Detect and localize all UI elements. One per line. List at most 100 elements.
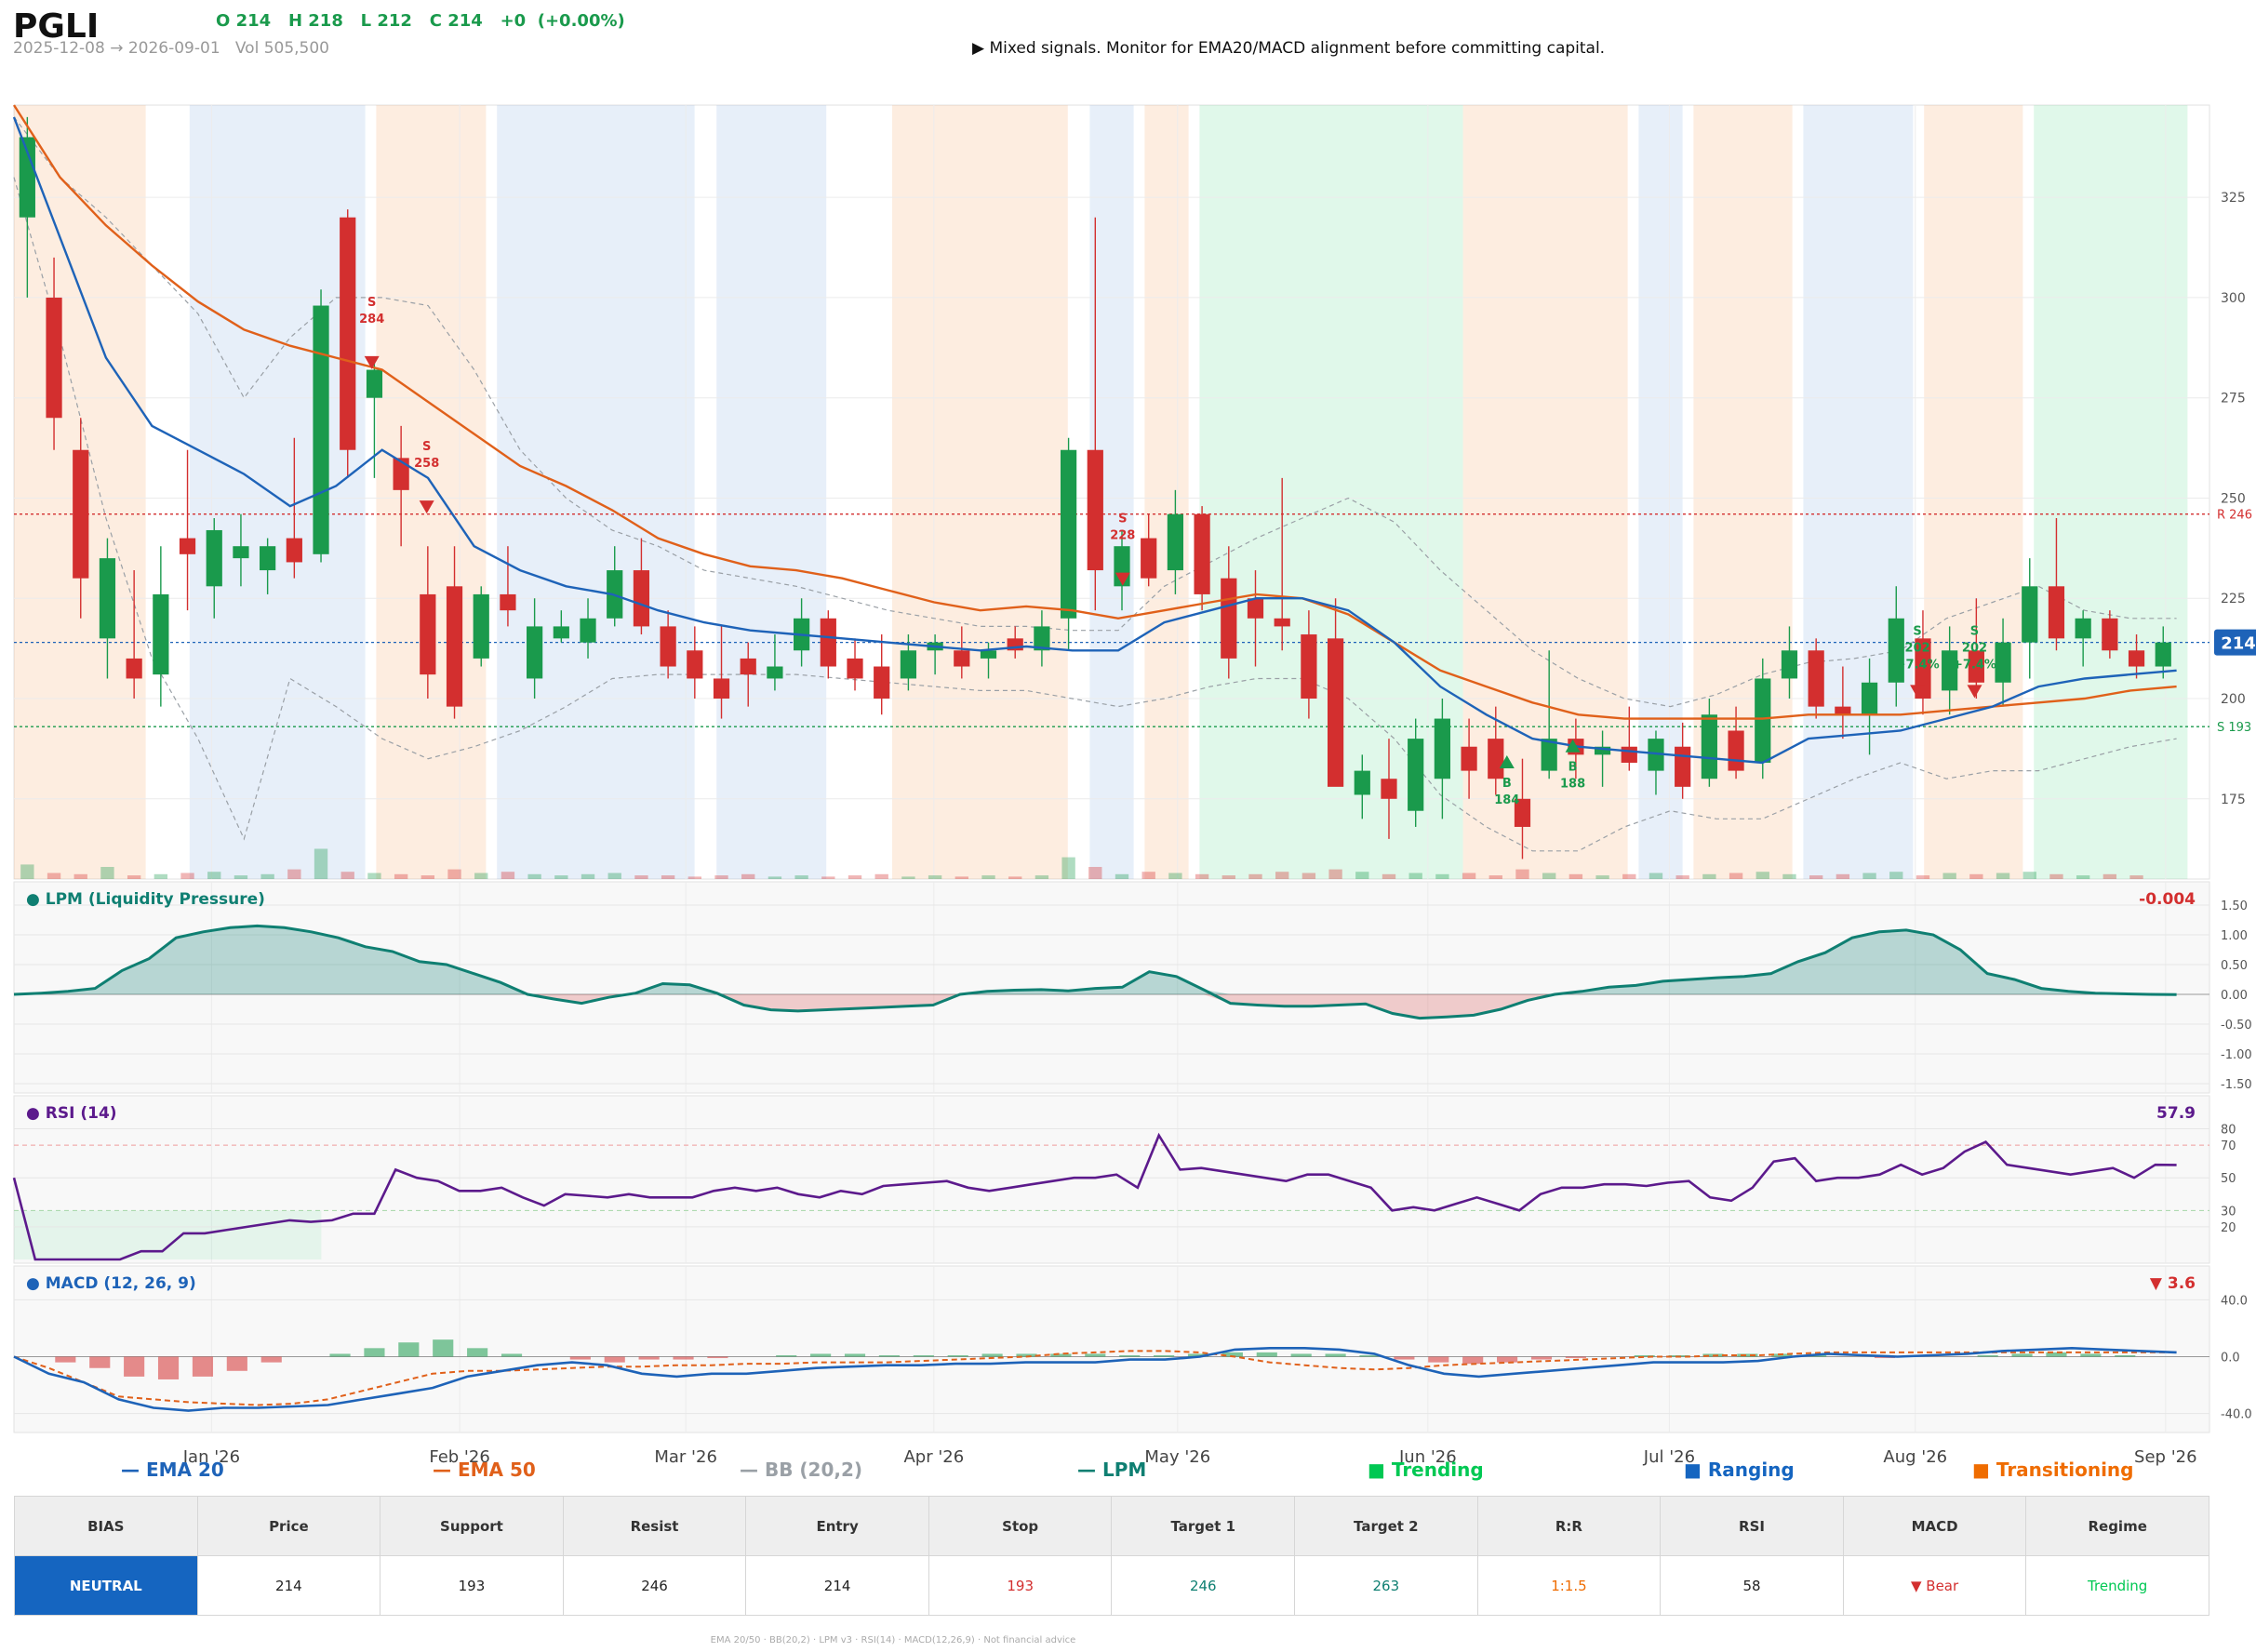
macd-histogram-bar [329,1353,351,1357]
macd-histogram-bar [2115,1354,2136,1357]
regime-band [1144,105,1189,879]
macd-histogram-bar [157,1356,180,1379]
volume-bar [501,872,515,879]
candle-body [900,650,917,679]
rsi-tick-label: 80 [2221,1124,2236,1138]
candle-body [340,217,356,450]
candle-body [740,658,756,675]
volume-bar [1195,873,1209,879]
volume-bar [1942,873,1956,879]
bias-value: NEUTRAL [14,1555,198,1616]
regime-band [189,105,366,879]
volume-bar [661,875,675,879]
macd-panel-title: ● MACD (12, 26, 9) [26,1274,196,1293]
regime-band [2034,105,2188,879]
candle-body [233,546,249,559]
candle-body [179,538,196,554]
legend-ranging-label: Ranging [1707,1459,1795,1481]
col-regime: Regime [2025,1496,2209,1556]
candle-body [1621,746,1637,763]
macd-histogram-bar [260,1356,282,1363]
price-value: 214 [196,1555,381,1616]
volume-bar [2102,873,2117,879]
level-label: R 246 [2217,509,2252,523]
sell-label: S [367,296,376,310]
candle-body [1301,634,1317,699]
rsi-value: 58 [1660,1555,1844,1616]
volume-bar [73,873,87,879]
volume-bar [127,875,141,879]
macd-histogram-bar [398,1342,420,1357]
date-tick-label: May '26 [1144,1447,1210,1467]
rsi-tick-label: 70 [2221,1139,2236,1153]
macd-histogram-bar [501,1353,523,1357]
candle-body [1194,513,1210,594]
candle-body [1755,678,1771,763]
sell-label: S [1118,513,1127,526]
volume-bar [260,873,274,879]
macd-histogram-bar [1256,1352,1277,1357]
volume-bar [287,869,301,879]
regime-band [1803,105,1914,879]
volume-bar [1035,875,1049,879]
macd-histogram-bar [604,1356,625,1363]
sell-label: 202 [1905,641,1930,655]
col-bias: BIAS [14,1496,198,1556]
regime-band [892,105,1068,879]
volume-bar [100,867,114,879]
legend-trending-label: Trending [1391,1459,1484,1481]
sell-label: S [1970,624,1979,638]
volume-bar [1382,873,1396,879]
candle-body [2128,650,2145,667]
resist-value: 246 [562,1555,747,1616]
macd-histogram-bar [1530,1356,1553,1360]
chart-canvas[interactable]: 175 200 225 250 275 300 325 R 246 S 193 S 284 S 258 S… [0,0,2256,1470]
lpm-current-value: -0.004 [2139,890,2196,909]
lpm-tick-label: -0.50 [2221,1019,2252,1032]
last-price-label: 214 [2221,634,2256,654]
volume-bar [1221,875,1235,879]
volume-bar [554,875,568,879]
lpm-tick-label: 0.50 [2221,959,2248,973]
level-label: S 193 [2217,721,2251,735]
candle-body [473,593,489,659]
candle-body [366,369,383,398]
volume-bar [527,873,541,879]
macd-tick-label: -40.0 [2221,1408,2252,1422]
macd-histogram-bar [1394,1356,1415,1360]
candle-body [1781,650,1798,679]
candle-body [553,626,569,639]
volume-bar [340,872,354,879]
candle-body [99,558,116,639]
volume-bar [1248,873,1262,879]
volume-bar [394,873,408,879]
legend-trending: ■ Trending [1368,1459,1484,1481]
macd-histogram-bar [55,1356,76,1363]
candle-body [73,449,89,579]
price-tick-label: 175 [2221,793,2246,807]
volume-bar [1595,875,1609,879]
date-tick-label: Sep '26 [2134,1447,2197,1467]
macd-title-text: MACD (12, 26, 9) [45,1274,196,1293]
volume-bar [687,876,701,879]
col-entry: Entry [745,1496,929,1556]
candle-body [1141,538,1157,579]
macd-histogram-bar [878,1354,900,1357]
macd-histogram-bar [776,1354,797,1357]
volume-bar [1275,872,1289,879]
legend-ema50: — EMA 50 [433,1459,536,1481]
candle-body [580,618,596,643]
macd-histogram-bar [2011,1353,2033,1357]
col-target1: Target 1 [1111,1496,1296,1556]
candle-body [847,658,863,679]
rsi-current-value: 57.9 [2156,1104,2196,1123]
volume-bar [2049,873,2063,879]
volume-bar [901,876,915,879]
candle-body [2102,618,2118,651]
macd-histogram-bar [89,1356,111,1368]
col-target2: Target 2 [1294,1496,1478,1556]
regime-value: Trending [2025,1555,2209,1616]
macd-histogram-bar [913,1354,934,1357]
col-macd: MACD [1842,1496,2027,1556]
volume-bar [1969,873,1983,879]
